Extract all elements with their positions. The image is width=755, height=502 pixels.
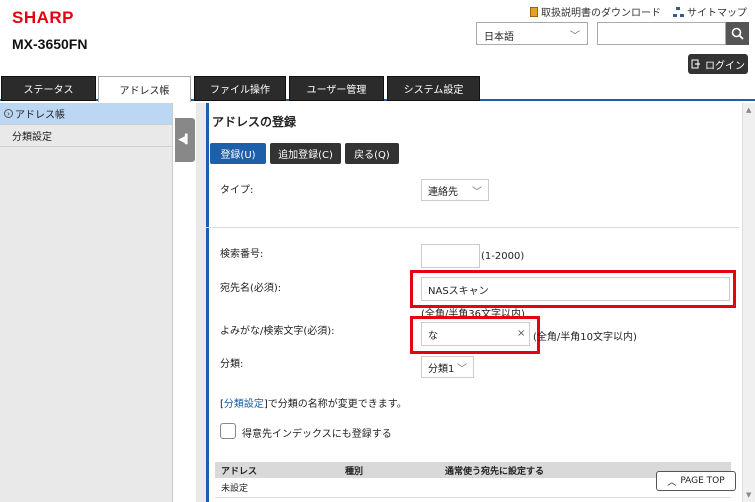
language-select[interactable]: 日本語 ﹀	[476, 22, 588, 45]
add-register-button[interactable]: 追加登録(C)	[270, 143, 341, 164]
sidebar: › アドレス帳 分類設定	[0, 103, 173, 502]
page-top-label: PAGE TOP	[680, 476, 725, 486]
header: SHARP MX-3650FN 取扱説明書のダウンロード サイトマップ 日本語 …	[0, 0, 755, 76]
address-table-header: アドレス 種別 通常使う宛先に設定する	[215, 462, 731, 478]
category-note-text: ]で分類の名称が変更できます。	[263, 399, 407, 410]
type-label: タイプ:	[220, 185, 254, 196]
tab-status[interactable]: ステータス	[1, 76, 96, 101]
login-icon	[691, 59, 700, 69]
search-number-label: 検索番号:	[220, 249, 264, 260]
model-name: MX-3650FN	[12, 36, 88, 52]
book-icon	[530, 6, 538, 17]
category-label: 分類:	[220, 359, 244, 370]
chevron-down-icon: ﹀	[472, 186, 482, 198]
sidebar-item-label: アドレス帳	[15, 110, 65, 121]
table-row: 未設定	[215, 478, 731, 498]
search-button[interactable]	[726, 22, 749, 45]
tab-user-management[interactable]: ユーザー管理	[289, 76, 384, 101]
search-number-hint: (1-2000)	[481, 251, 525, 262]
category-value: 分類1	[428, 363, 455, 375]
tab-address-book[interactable]: アドレス帳	[98, 76, 191, 102]
reading-label: よみがな/検索文字(必須):	[220, 326, 335, 337]
register-button[interactable]: 登録(U)	[210, 143, 266, 164]
collapse-sidebar-button[interactable]: ◀▍	[175, 118, 195, 162]
divider	[206, 227, 739, 228]
sitemap-icon	[673, 6, 684, 17]
page-title: アドレスの登録	[212, 115, 297, 129]
back-button[interactable]: 戻る(Q)	[345, 143, 399, 164]
name-highlight	[410, 270, 736, 308]
col-default: 通常使う宛先に設定する	[445, 466, 545, 477]
reading-hint: (全角/半角10文字以内)	[533, 332, 637, 343]
tab-file-operations[interactable]: ファイル操作	[194, 76, 286, 101]
tab-system-settings[interactable]: システム設定	[387, 76, 480, 101]
category-select[interactable]: 分類1 ﹀	[421, 356, 474, 378]
chevron-up-icon: ︿	[667, 477, 677, 488]
reading-highlight	[410, 316, 540, 354]
scrollbar[interactable]: ▲ ▼	[742, 103, 755, 502]
col-address: アドレス	[221, 466, 258, 477]
type-value: 連絡先	[428, 186, 458, 198]
manual-download-label: 取扱説明書のダウンロード	[541, 8, 661, 19]
chevron-right-icon: ›	[4, 109, 13, 118]
col-type: 種別	[345, 466, 364, 477]
sitemap-label: サイトマップ	[687, 8, 747, 19]
sidebar-item-label: 分類設定	[12, 132, 52, 143]
chevron-down-icon: ﹀	[457, 363, 467, 375]
search-number-input[interactable]	[421, 244, 480, 268]
sitemap-link[interactable]: サイトマップ	[673, 4, 747, 19]
chevron-down-icon: ﹀	[570, 31, 580, 42]
sidebar-item-address-book[interactable]: › アドレス帳	[0, 103, 172, 125]
manual-download-link[interactable]: 取扱説明書のダウンロード	[530, 4, 661, 19]
type-select[interactable]: 連絡先 ﹀	[421, 179, 489, 201]
login-label: ログイン	[705, 60, 745, 72]
search-input[interactable]	[597, 22, 726, 45]
main-tabs: ステータス アドレス帳 ファイル操作 ユーザー管理 システム設定	[0, 76, 755, 102]
index-checkbox[interactable]	[220, 423, 236, 439]
table-cell-address: 未設定	[221, 484, 249, 494]
sidebar-item-category-settings[interactable]: 分類設定	[0, 125, 172, 147]
category-settings-link[interactable]: 分類設定	[224, 399, 264, 410]
collapse-left-icon: ◀▍	[178, 135, 192, 145]
language-value: 日本語	[484, 32, 514, 43]
brand-logo: SHARP	[12, 8, 75, 27]
scroll-down-icon[interactable]: ▼	[746, 491, 751, 499]
search-icon	[731, 27, 744, 40]
login-button[interactable]: ログイン	[688, 54, 748, 74]
index-checkbox-label: 得意先インデックスにも登録する	[242, 429, 392, 440]
name-label: 宛先名(必須):	[220, 283, 282, 294]
category-note: [分類設定]で分類の名称が変更できます。	[220, 395, 407, 410]
page-top-button[interactable]: ︿ PAGE TOP	[656, 471, 736, 491]
scroll-up-icon[interactable]: ▲	[746, 106, 751, 114]
top-links: 取扱説明書のダウンロード サイトマップ	[530, 4, 747, 19]
